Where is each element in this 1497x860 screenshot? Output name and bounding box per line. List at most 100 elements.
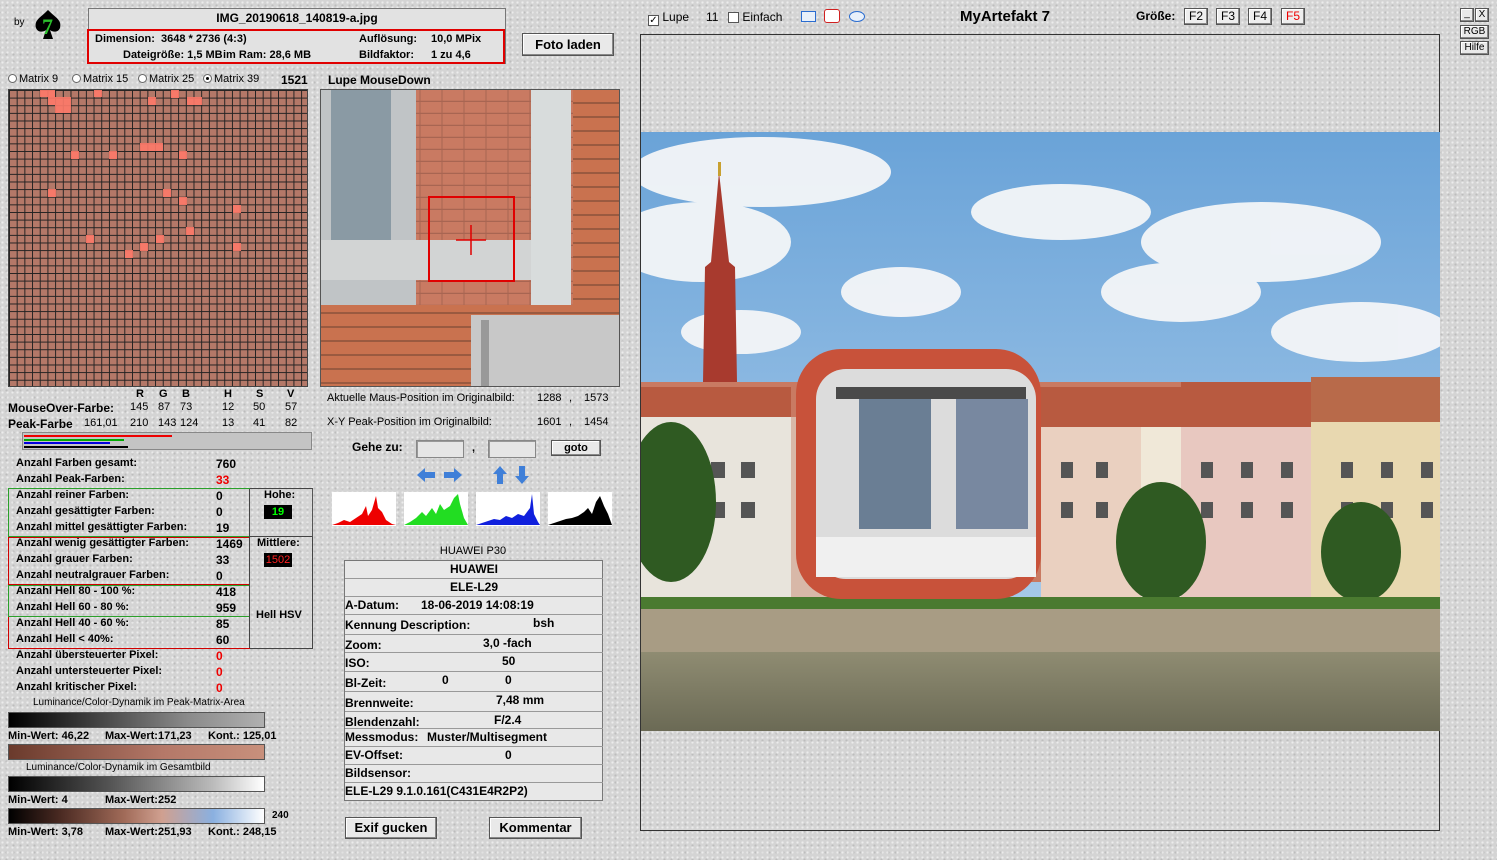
exif-label: Bl-Zeit: xyxy=(345,676,387,690)
arrow-left-icon[interactable] xyxy=(416,466,436,484)
peak-position-label: X-Y Peak-Position im Originalbild: xyxy=(327,416,492,428)
stat-value: 33 xyxy=(216,473,230,487)
peak-s: 41 xyxy=(253,417,266,429)
minimize-button[interactable]: _ xyxy=(1460,8,1474,22)
einfach-checkbox[interactable]: Einfach xyxy=(728,10,782,24)
rgb-header: R G B H S V xyxy=(0,388,310,400)
stat-value: 60 xyxy=(216,633,230,647)
exif-button[interactable]: Exif gucken xyxy=(345,817,437,839)
dimension-value: 3648 * 2736 (4:3) xyxy=(161,33,247,45)
stat-value: 0 xyxy=(216,569,223,583)
arrow-right-icon[interactable] xyxy=(443,466,463,484)
matrix-option-15[interactable]: Matrix 15 xyxy=(72,73,128,85)
arrow-up-icon[interactable] xyxy=(491,465,509,485)
stat-label: Anzahl Hell < 40%: xyxy=(16,633,114,645)
help-button[interactable]: Hilfe xyxy=(1460,41,1489,55)
matrix-option-25[interactable]: Matrix 25 xyxy=(138,73,194,85)
separator: , xyxy=(569,392,573,404)
shape-ellipse-icon[interactable] xyxy=(849,11,865,22)
dimension-label: Dimension: xyxy=(95,33,155,45)
size-f3-button[interactable]: F3 xyxy=(1216,8,1240,25)
third-max: Max-Wert:251,93 xyxy=(105,826,192,838)
size-label: Größe: xyxy=(1136,9,1176,23)
stat-value: 19 xyxy=(216,521,230,535)
stat-label: Anzahl Hell 60 - 80 %: xyxy=(16,601,130,613)
lupe-image xyxy=(321,90,619,386)
header-s: S xyxy=(256,388,264,400)
header-b: B xyxy=(182,388,190,400)
stat-label: Anzahl Hell 40 - 60 %: xyxy=(16,617,130,629)
goto-separator: , xyxy=(472,442,476,454)
goto-button[interactable]: goto xyxy=(551,440,601,456)
exif-row-zoom: Zoom: 3,0 -fach xyxy=(345,635,603,653)
mouse-position: Aktuelle Maus-Position im Originalbild: … xyxy=(327,392,627,406)
third-kont: Kont.: 248,15 xyxy=(208,826,277,838)
stat-value: 0 xyxy=(216,649,223,663)
header-r: R xyxy=(136,388,144,400)
mouse-position-label: Aktuelle Maus-Position im Originalbild: xyxy=(327,392,515,404)
stat-value: 85 xyxy=(216,617,230,631)
file-info-box: IMG_20190618_140819-a.jpg Dimension: 364… xyxy=(87,8,506,64)
mouseover-s: 50 xyxy=(253,401,266,413)
mouseover-label: MouseOver-Farbe: xyxy=(8,401,115,415)
header-v: V xyxy=(287,388,295,400)
exif-row-exposure: Bl-Zeit: 0 0 xyxy=(345,672,603,692)
stat-label: Anzahl grauer Farben: xyxy=(16,553,133,565)
filesize-label: Dateigröße: 1,5 MB xyxy=(123,49,223,61)
exif-label: Zoom: xyxy=(345,638,382,652)
size-f5-button[interactable]: F5 xyxy=(1281,8,1305,25)
lupe-view[interactable] xyxy=(320,89,620,387)
size-f4-button[interactable]: F4 xyxy=(1248,8,1272,25)
peak-extra: 161,01 xyxy=(84,417,118,429)
photo-scene xyxy=(641,132,1440,731)
mouseover-b: 73 xyxy=(180,401,193,413)
histogram-blue xyxy=(476,492,540,526)
shape-rounded-icon[interactable] xyxy=(824,9,840,23)
exif-label: Brennweite: xyxy=(345,696,414,710)
resolution-value: 10,0 MPix xyxy=(431,33,482,45)
exif-value: bsh xyxy=(533,616,555,630)
file-name: IMG_20190618_140819-a.jpg xyxy=(216,11,378,25)
exif-row-fnumber: Blendenzahl: F/2.4 xyxy=(345,712,603,729)
exif-firmware: ELE-L29 9.1.0.161(C431E4R2P2) xyxy=(345,784,528,798)
arrow-down-icon[interactable] xyxy=(513,465,531,485)
foto-laden-button[interactable]: Foto laden xyxy=(522,33,614,56)
exif-value: 7,48 mm xyxy=(496,693,545,707)
header-h: H xyxy=(224,388,232,400)
stat-label: Anzahl gesättigter Farben: xyxy=(16,505,155,517)
matrix-option-label: Matrix 39 xyxy=(214,73,260,85)
peak-matrix-grid[interactable] xyxy=(8,89,308,387)
stat-value: 418 xyxy=(216,585,237,599)
file-details: Dimension: 3648 * 2736 (4:3) Auflösung: … xyxy=(87,29,505,64)
rgb-bars xyxy=(22,432,312,450)
main-photo[interactable] xyxy=(641,132,1440,731)
exif-value: F/2.4 xyxy=(494,713,522,727)
shape-rect-icon[interactable] xyxy=(801,11,816,22)
v-bar xyxy=(24,446,128,448)
exif-row-description: Kennung Description: bsh xyxy=(345,615,603,635)
goto-x-input[interactable] xyxy=(416,440,464,458)
rgb-button[interactable]: RGB xyxy=(1460,25,1489,39)
peak-r: 210 xyxy=(130,417,149,429)
exif-value: 50 xyxy=(502,654,516,668)
exif-label: Kennung Description: xyxy=(345,618,471,632)
third-min: Min-Wert: 3,78 xyxy=(8,826,83,838)
close-button[interactable]: X xyxy=(1475,8,1489,22)
mouse-position-y: 1573 xyxy=(584,392,609,404)
size-f2-button[interactable]: F2 xyxy=(1184,8,1208,25)
goto-y-input[interactable] xyxy=(488,440,536,458)
peak-position: X-Y Peak-Position im Originalbild: 1601 … xyxy=(327,416,627,430)
histogram-luminance xyxy=(548,492,612,526)
matrix-option-39[interactable]: Matrix 39 xyxy=(203,73,259,85)
total-max: Max-Wert:252 xyxy=(105,794,177,806)
lupe-title: Lupe MouseDown xyxy=(328,73,431,87)
hell-hsv-label: Hell HSV xyxy=(256,609,302,621)
r-bar xyxy=(24,435,172,437)
matrix-option-9[interactable]: Matrix 9 xyxy=(8,73,58,85)
lupe-checkbox[interactable]: ✓ Lupe xyxy=(648,10,689,26)
stat-value: 0 xyxy=(216,489,223,503)
exif-value: 0 xyxy=(442,673,449,687)
resolution-label: Auflösung: xyxy=(359,33,418,45)
kommentar-button[interactable]: Kommentar xyxy=(489,817,582,839)
stat-label: Anzahl neutralgrauer Farben: xyxy=(16,569,170,581)
